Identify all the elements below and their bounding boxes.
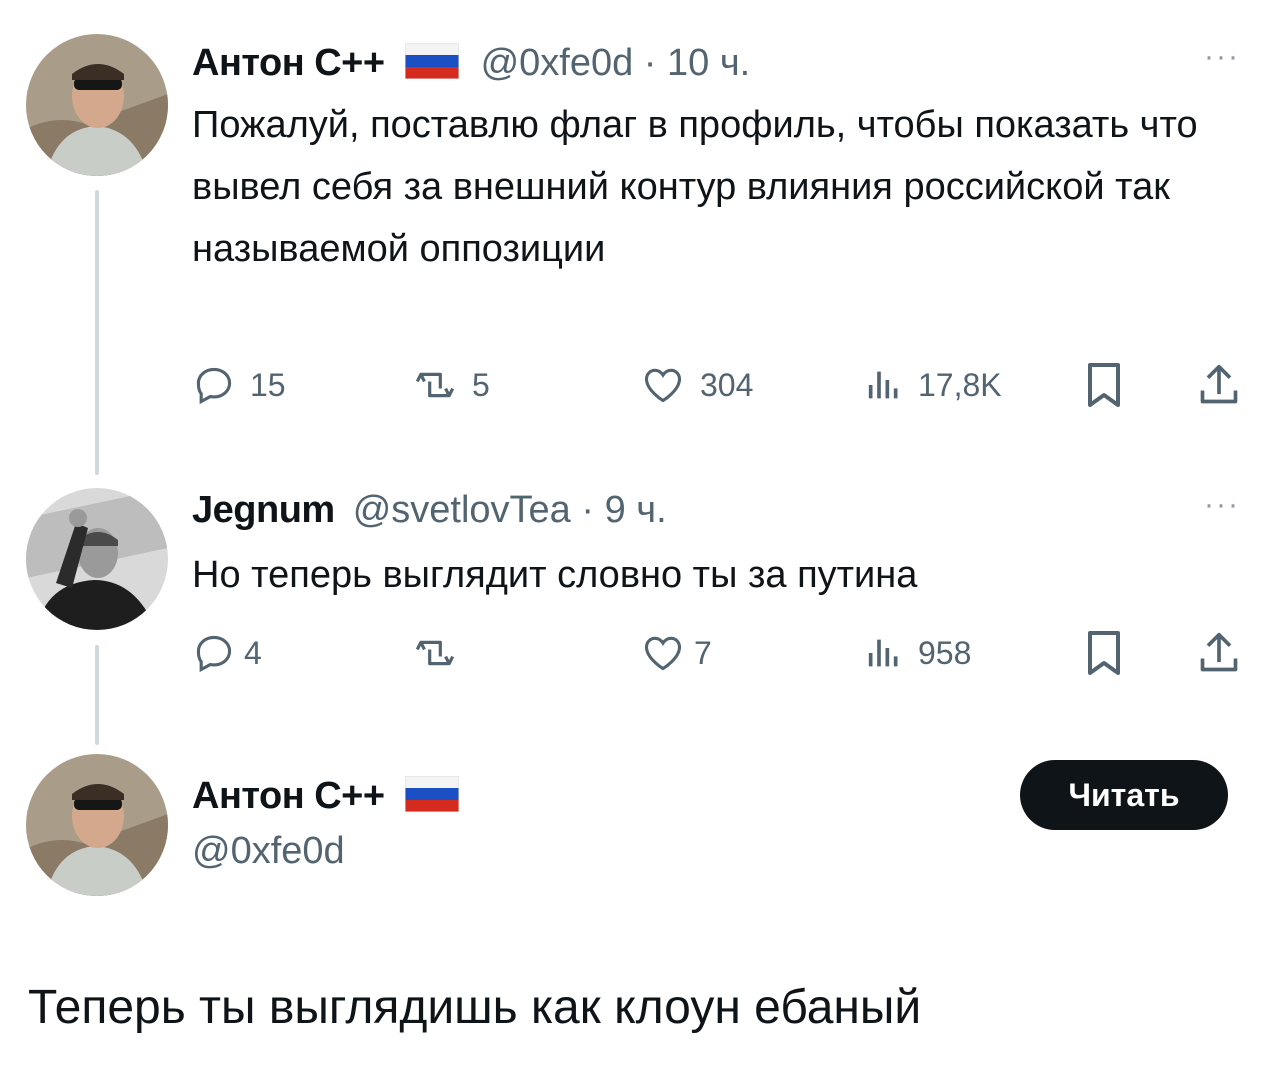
thread-line bbox=[95, 190, 99, 475]
views-button[interactable]: 17,8K bbox=[864, 360, 1002, 410]
retweet-icon bbox=[415, 640, 455, 666]
avatar[interactable] bbox=[26, 34, 168, 176]
retweet-icon bbox=[415, 372, 455, 398]
tweet-actions: 15 5 304 17,8K bbox=[192, 360, 1252, 410]
tweet-text: Но теперь выглядит словно ты за путина bbox=[192, 554, 918, 596]
reply-button[interactable]: 15 bbox=[192, 360, 286, 410]
caption-text: Теперь ты выглядишь как клоун ебаный bbox=[28, 981, 922, 1034]
author-handle-time[interactable]: @0xfe0d · 10 ч. bbox=[481, 42, 751, 85]
retweet-button[interactable] bbox=[412, 628, 472, 678]
share-icon bbox=[1200, 364, 1238, 404]
views-count: 17,8K bbox=[918, 366, 1002, 403]
more-options-icon[interactable]: ··· bbox=[1204, 40, 1240, 74]
like-button[interactable]: 7 bbox=[640, 628, 712, 678]
author-name[interactable]: Антон С++ bbox=[192, 42, 385, 85]
retweet-button[interactable]: 5 bbox=[412, 360, 490, 410]
like-count: 304 bbox=[700, 366, 754, 403]
tweet-text: Пожалуй, поставлю флаг в профиль, чтобы … bbox=[192, 104, 1198, 270]
avatar[interactable] bbox=[26, 488, 168, 630]
more-options-icon[interactable]: ··· bbox=[1204, 488, 1240, 522]
bookmark-icon bbox=[1088, 631, 1120, 675]
views-button[interactable]: 958 bbox=[864, 628, 971, 678]
heart-icon bbox=[644, 368, 682, 403]
reply-count: 15 bbox=[250, 366, 286, 403]
share-button[interactable] bbox=[1197, 360, 1241, 410]
tweet-actions: 4 7 958 bbox=[192, 628, 1252, 678]
views-icon bbox=[868, 371, 898, 399]
like-count: 7 bbox=[694, 634, 712, 671]
bookmark-button[interactable] bbox=[1084, 628, 1124, 678]
author-handle-time[interactable]: @svetlovTea · 9 ч. bbox=[353, 489, 667, 532]
like-button[interactable]: 304 bbox=[640, 360, 753, 410]
reply-button[interactable]: 4 bbox=[192, 628, 262, 678]
share-button[interactable] bbox=[1197, 628, 1241, 678]
profile-handle[interactable]: @0xfe0d bbox=[192, 830, 345, 873]
avatar[interactable] bbox=[26, 754, 168, 896]
views-count: 958 bbox=[918, 634, 972, 671]
heart-icon bbox=[644, 636, 682, 671]
bookmark-button[interactable] bbox=[1084, 360, 1124, 410]
reply-count: 4 bbox=[244, 634, 262, 671]
follow-button[interactable]: Читать bbox=[1020, 760, 1228, 830]
author-name[interactable]: Jegnum bbox=[192, 489, 335, 532]
retweet-count: 5 bbox=[472, 366, 490, 403]
views-icon bbox=[868, 639, 898, 667]
thread-line bbox=[95, 645, 99, 745]
bookmark-icon bbox=[1088, 363, 1120, 407]
russia-flag-icon bbox=[404, 42, 460, 84]
russia-flag-icon bbox=[404, 775, 460, 817]
reply-icon bbox=[196, 367, 232, 405]
share-icon bbox=[1200, 632, 1238, 672]
reply-icon bbox=[196, 635, 232, 673]
profile-name[interactable]: Антон С++ bbox=[192, 775, 385, 818]
